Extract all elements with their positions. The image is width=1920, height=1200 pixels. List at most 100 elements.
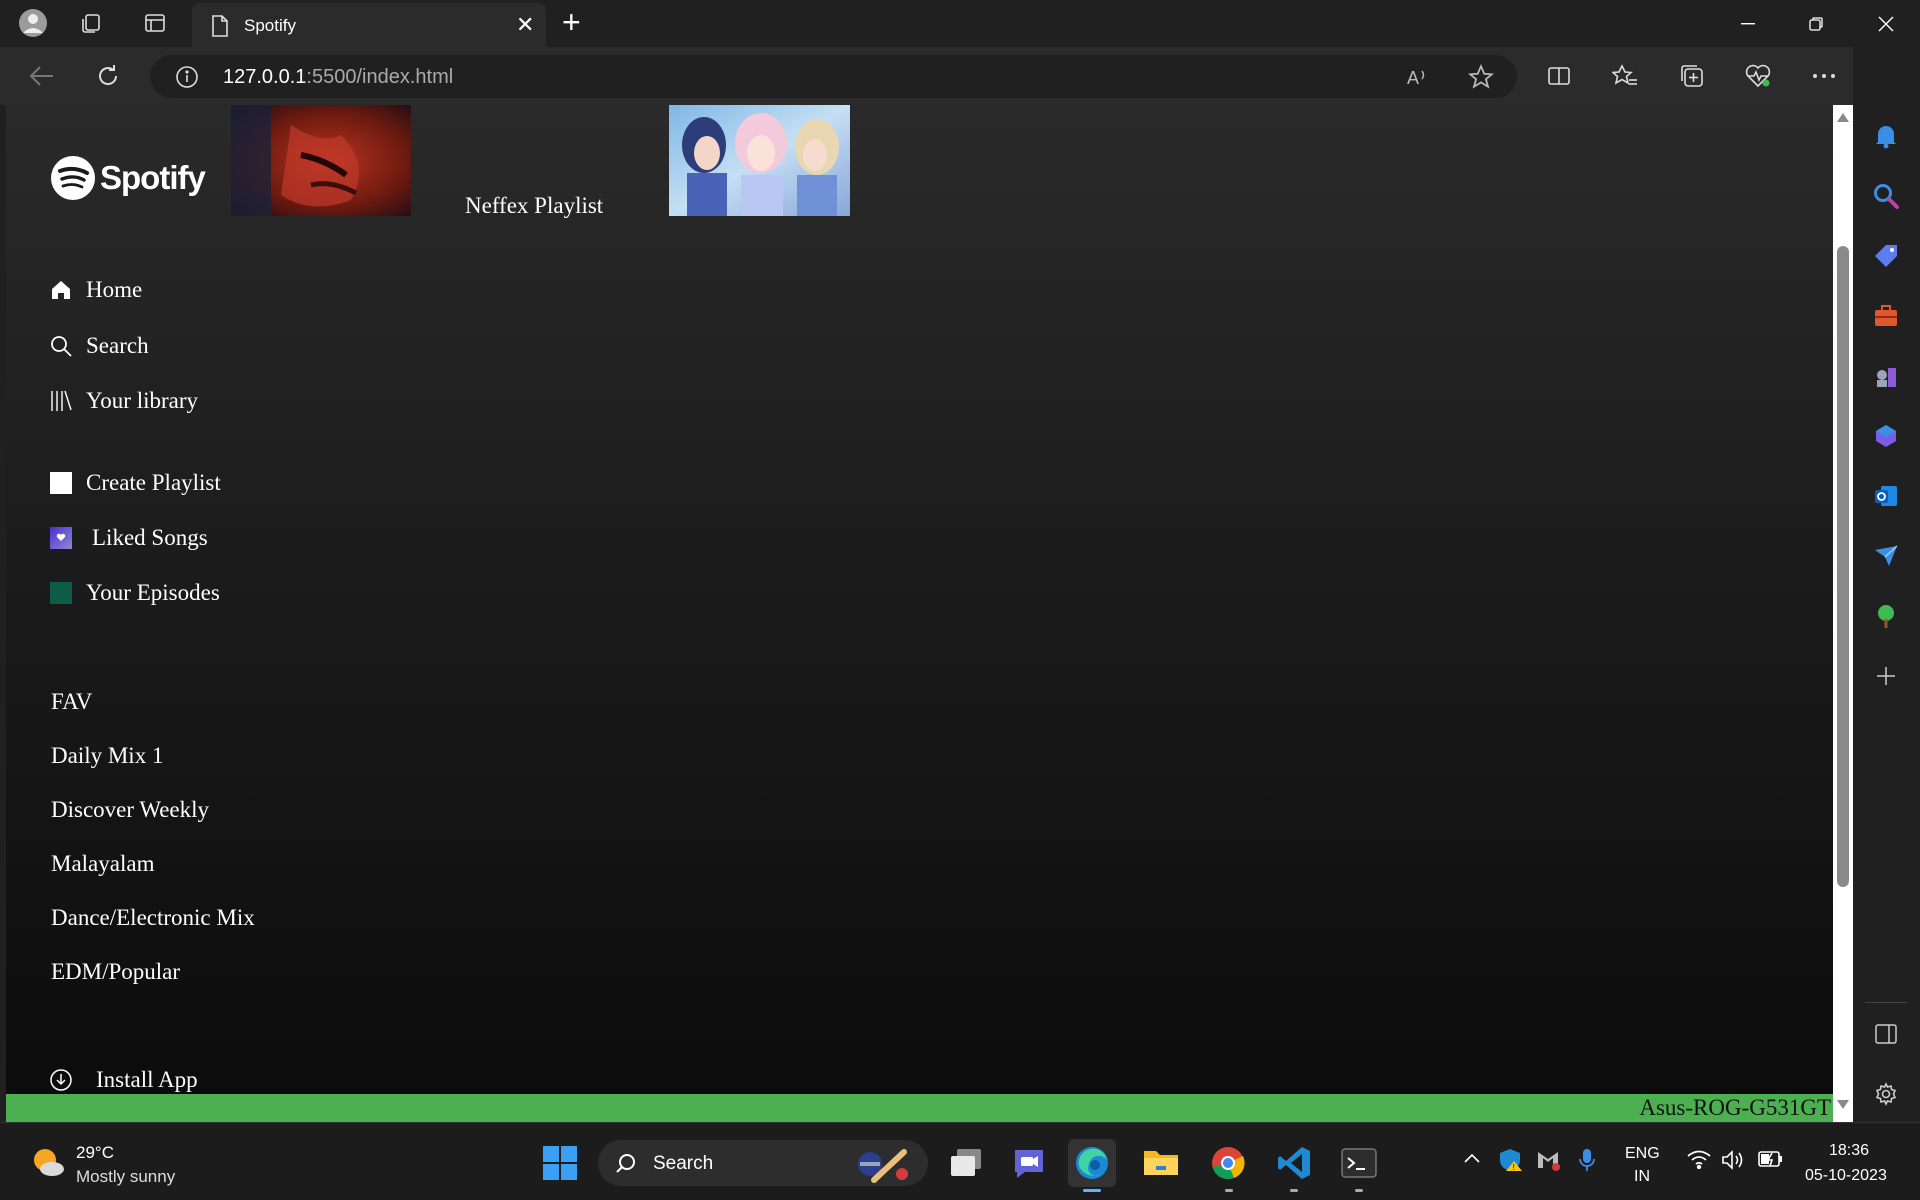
playlist-item[interactable]: Discover Weekly [51, 797, 209, 823]
refresh-button[interactable] [90, 58, 126, 94]
windows-taskbar: 29°C Mostly sunny Search ! ENG IN 18:36 … [0, 1122, 1920, 1200]
featured-playlist-title[interactable]: Neffex Playlist [465, 193, 603, 219]
tools-briefcase-icon[interactable] [1871, 301, 1901, 331]
scroll-up-arrow-icon[interactable] [1837, 113, 1849, 122]
new-tab-button[interactable]: + [562, 4, 581, 41]
vscode-button[interactable] [1270, 1139, 1318, 1187]
tree-icon[interactable] [1871, 601, 1901, 631]
page-scrollbar[interactable] [1833, 105, 1853, 1122]
terminal-running-indicator [1355, 1189, 1363, 1192]
plus-square-icon [50, 472, 72, 494]
playlist-item[interactable]: FAV [51, 689, 92, 715]
nav-item-label: Search [86, 333, 149, 358]
edge-taskbar-button[interactable] [1068, 1139, 1116, 1187]
taskbar-search-box[interactable]: Search [598, 1140, 928, 1186]
task-view-button[interactable] [942, 1139, 990, 1187]
collections-icon [1681, 65, 1703, 87]
clock-time[interactable]: 18:36 [1829, 1142, 1869, 1160]
playlist-item[interactable]: Malayalam [51, 851, 154, 877]
drop-send-icon[interactable] [1871, 541, 1901, 571]
favorites-button[interactable] [1607, 58, 1643, 94]
playlist-cover-image-1[interactable] [231, 105, 411, 216]
sidebar-settings-gear-icon[interactable] [1871, 1079, 1901, 1109]
weather-temperature[interactable]: 29°C [76, 1143, 114, 1163]
read-aloud-icon[interactable]: A [1405, 65, 1431, 89]
notifications-icon[interactable] [1871, 121, 1901, 151]
collections-button[interactable] [1674, 58, 1710, 94]
spotify-logo-text: Spotify [100, 159, 206, 196]
gmail-notifier-icon[interactable] [1536, 1147, 1560, 1178]
wifi-icon[interactable] [1686, 1149, 1712, 1174]
language-region[interactable]: IN [1634, 1168, 1650, 1186]
liked-songs-button[interactable]: Liked Songs [50, 525, 208, 551]
chrome-running-indicator [1225, 1189, 1233, 1192]
sidebar-search-icon[interactable] [1871, 181, 1901, 211]
your-episodes-button[interactable]: Your Episodes [50, 580, 220, 606]
workspaces-icon[interactable] [77, 8, 107, 38]
restore-button[interactable] [1782, 0, 1850, 47]
info-icon[interactable] [175, 65, 199, 89]
playlist-item[interactable]: Daily Mix 1 [51, 743, 163, 769]
settings-more-button[interactable] [1806, 58, 1842, 94]
footer-bar: Asus-ROG-G531GT [6, 1094, 1833, 1122]
browser-tab[interactable]: Spotify ✕ [192, 3, 546, 47]
playlist-cover-image-2[interactable] [669, 105, 850, 216]
vscode-icon [1278, 1147, 1310, 1179]
page-icon [212, 15, 228, 37]
nav-item-label: Home [86, 277, 143, 302]
weather-condition[interactable]: Mostly sunny [76, 1167, 175, 1187]
heart-icon [50, 527, 72, 549]
shopping-tag-icon[interactable] [1871, 241, 1901, 271]
tab-close-button[interactable]: ✕ [516, 12, 534, 38]
file-explorer-button[interactable] [1137, 1139, 1185, 1187]
microphone-icon[interactable] [1577, 1147, 1597, 1178]
heart-pulse-icon [1745, 64, 1771, 88]
spotify-logo[interactable]: Spotify [50, 155, 206, 201]
add-sidebar-app-icon[interactable] [1871, 661, 1901, 691]
tab-actions-icon[interactable] [140, 8, 170, 38]
create-playlist-button[interactable]: Create Playlist [50, 470, 221, 496]
weather-sun-icon[interactable] [30, 1145, 66, 1184]
back-button[interactable] [24, 58, 60, 94]
language-indicator[interactable]: ENG [1625, 1145, 1660, 1163]
nav-item-home[interactable]: Home [50, 277, 142, 303]
microsoft-365-icon[interactable] [1871, 421, 1901, 451]
browser-essentials-button[interactable] [1740, 58, 1776, 94]
back-arrow-icon [29, 66, 53, 86]
playlist-item[interactable]: EDM/Popular [51, 959, 180, 985]
teams-chat-button[interactable] [1005, 1139, 1053, 1187]
nav-item-search[interactable]: Search [50, 333, 149, 359]
minimize-icon [1741, 22, 1755, 24]
profile-avatar-icon[interactable] [18, 8, 48, 38]
outlook-icon[interactable] [1871, 481, 1901, 511]
start-button[interactable] [536, 1139, 584, 1187]
browser-toolbar: 127.0.0.1:5500/index.html A [0, 47, 1920, 105]
show-hidden-icons-chevron-icon[interactable] [1463, 1151, 1481, 1169]
close-window-button[interactable] [1852, 0, 1920, 47]
clock-date[interactable]: 05-10-2023 [1805, 1167, 1887, 1185]
volume-icon[interactable] [1721, 1149, 1747, 1176]
scroll-down-arrow-icon[interactable] [1837, 1100, 1849, 1109]
library-icon [50, 390, 72, 412]
vscode-running-indicator [1290, 1189, 1298, 1192]
playlist-item[interactable]: Dance/Electronic Mix [51, 905, 255, 931]
split-screen-button[interactable] [1541, 58, 1577, 94]
url-text[interactable]: 127.0.0.1:5500/index.html [223, 66, 453, 89]
action-label: Create Playlist [86, 470, 221, 495]
windows-security-icon[interactable]: ! [1498, 1147, 1524, 1178]
address-bar[interactable]: 127.0.0.1:5500/index.html A [150, 55, 1517, 98]
hide-sidebar-icon[interactable] [1871, 1019, 1901, 1049]
terminal-button[interactable] [1335, 1139, 1383, 1187]
minimize-button[interactable] [1714, 0, 1782, 47]
chrome-button[interactable] [1204, 1139, 1252, 1187]
favorite-star-icon[interactable] [1468, 64, 1494, 90]
games-chess-icon[interactable] [1871, 361, 1901, 391]
install-app-label: Install App [96, 1067, 198, 1092]
svg-text:!: ! [1513, 1163, 1515, 1172]
refresh-icon [99, 65, 118, 85]
battery-charging-icon[interactable] [1758, 1149, 1784, 1174]
scrollbar-thumb[interactable] [1837, 246, 1849, 887]
nav-item-library[interactable]: Your library [50, 388, 198, 414]
more-dots-icon [1813, 74, 1835, 78]
install-app-button[interactable]: Install App [50, 1067, 198, 1093]
